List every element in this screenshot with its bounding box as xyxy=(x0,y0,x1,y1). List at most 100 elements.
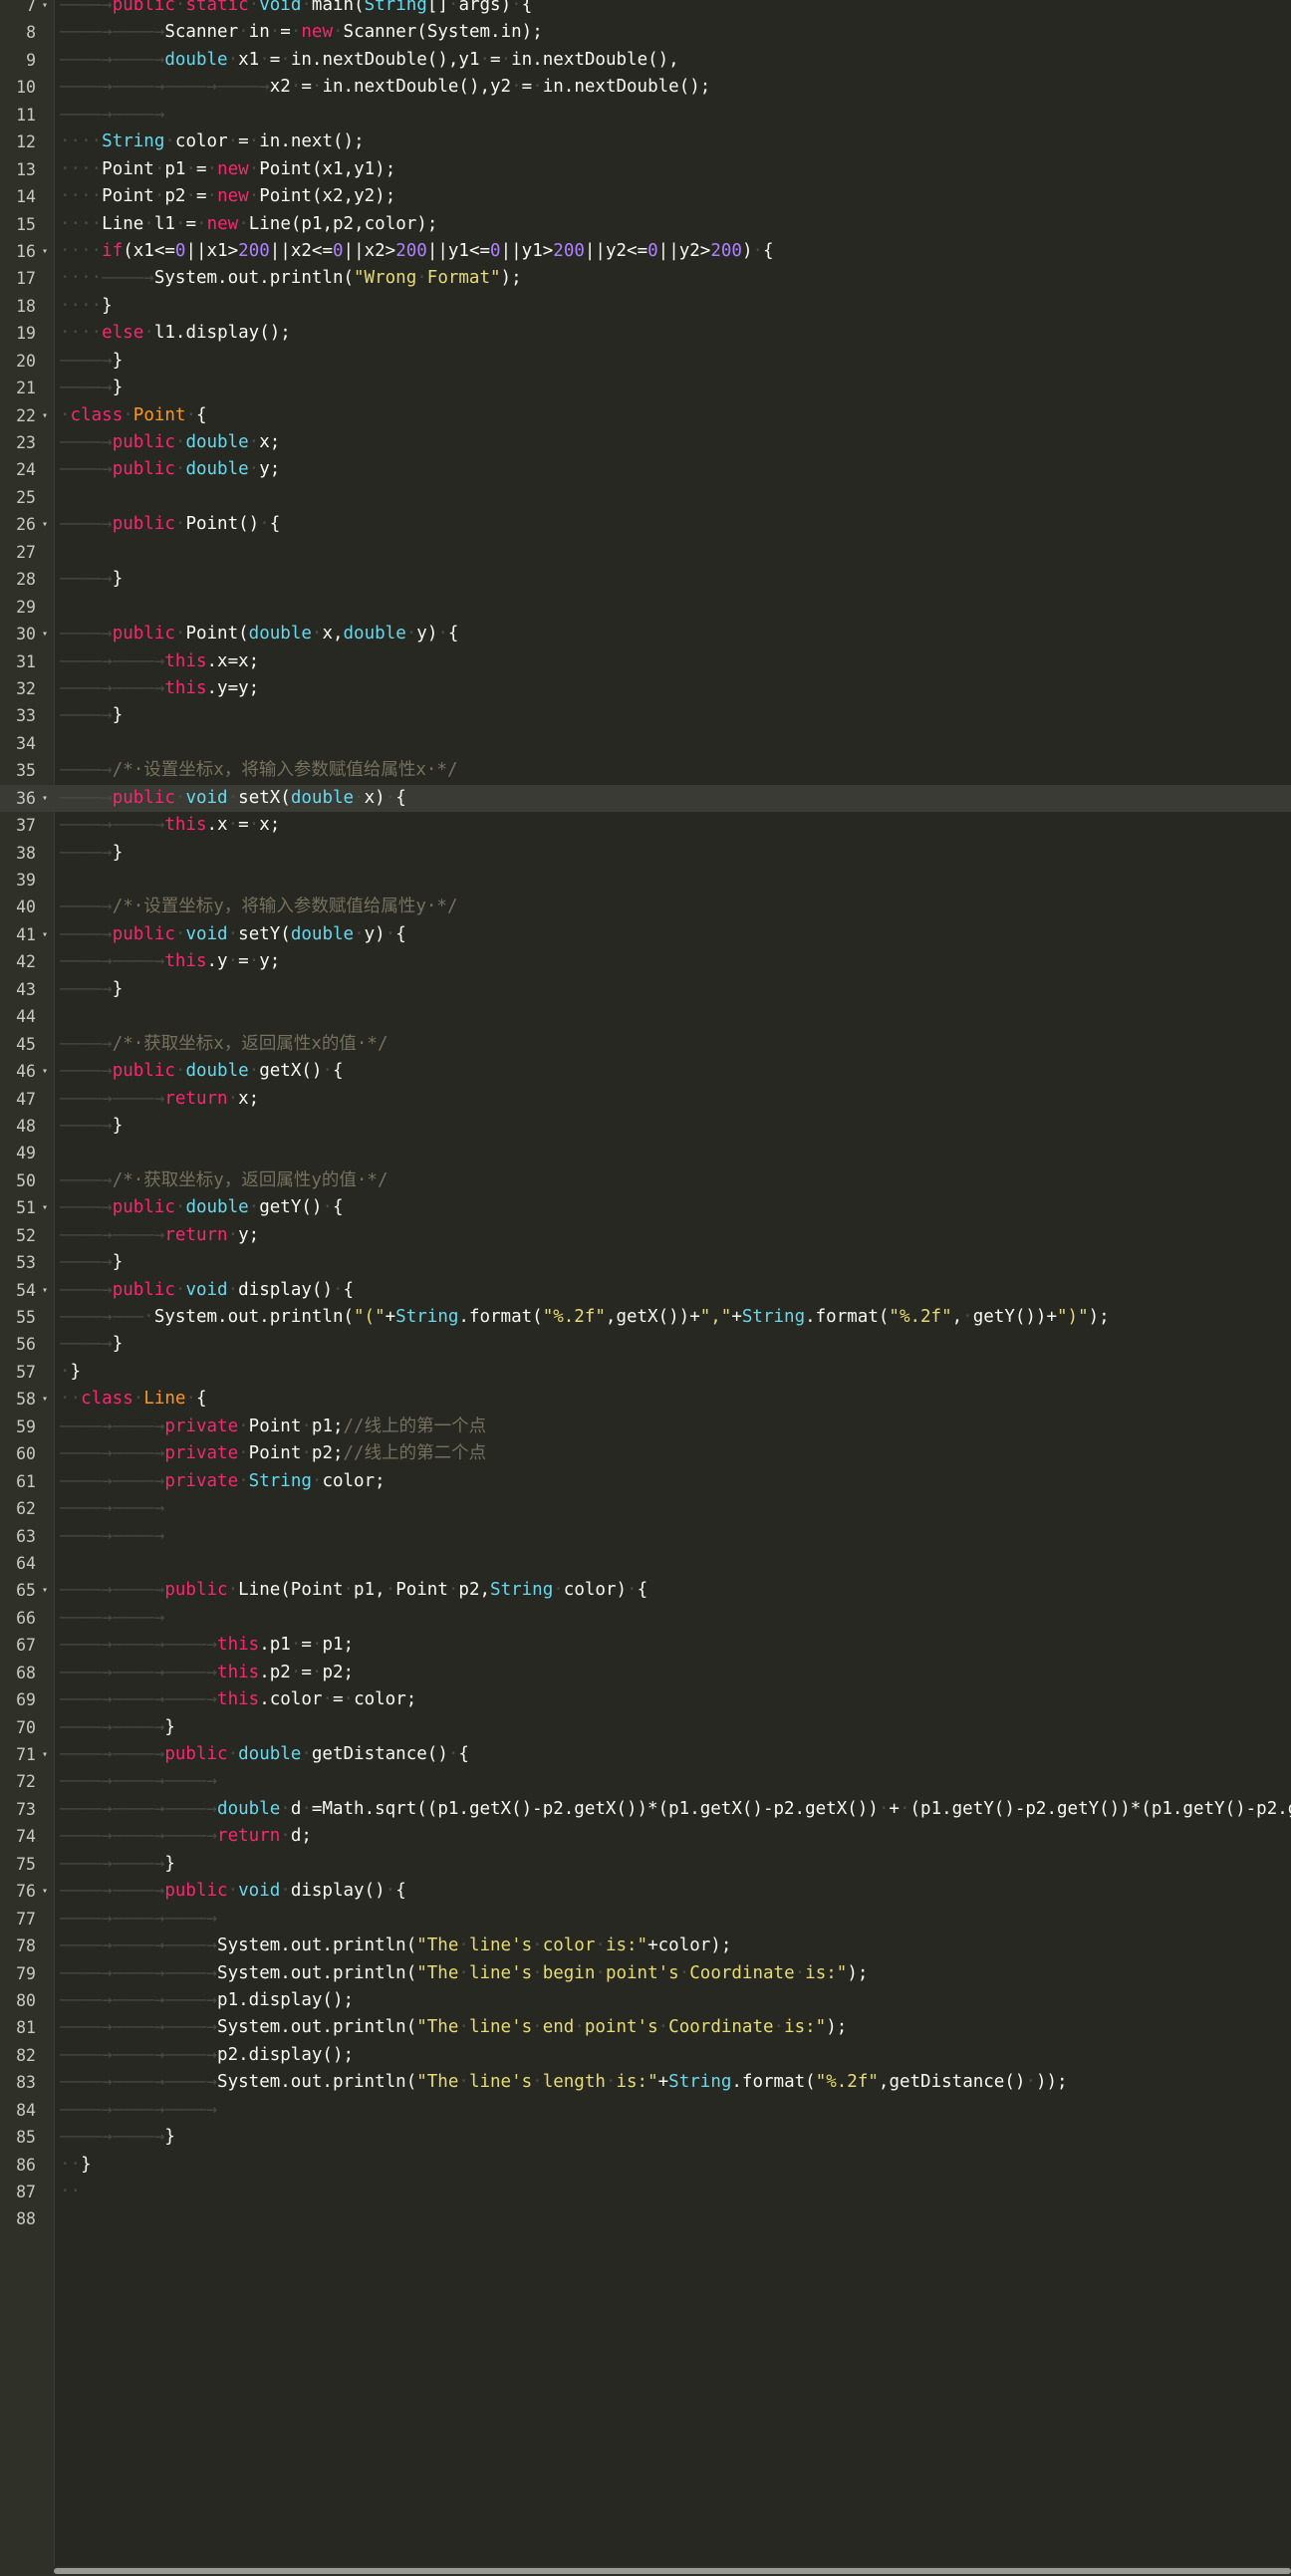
code-line[interactable]: 83 ————→————→————→System.out.println("The… xyxy=(0,2069,1291,2096)
code-line[interactable]: 85 ————→————→} xyxy=(0,2124,1291,2151)
code-line[interactable]: 61 ————→————→private·String·color; xyxy=(0,1468,1291,1495)
code-line[interactable]: 49 xyxy=(0,1140,1291,1166)
code-line[interactable]: 72 ————→————→————→ xyxy=(0,1768,1291,1795)
horizontal-scrollbar-thumb[interactable] xyxy=(54,2568,1291,2574)
code-line[interactable]: 32 ————→————→this.y=y; xyxy=(0,675,1291,702)
code-line[interactable]: 26 ▾ ————→public·Point()·{ xyxy=(0,511,1291,538)
fold-arrow-icon[interactable]: ▾ xyxy=(39,1577,51,1604)
code-line[interactable]: 75 ————→————→} xyxy=(0,1851,1291,1878)
fold-arrow-icon[interactable]: ▾ xyxy=(39,1741,51,1768)
code-line[interactable]: 63 ————→————→ xyxy=(0,1523,1291,1550)
fold-arrow-icon[interactable]: ▾ xyxy=(39,1058,51,1085)
code-line[interactable]: 84 ————→————→————→ xyxy=(0,2097,1291,2124)
code-area[interactable]: 7 ▾ ————→public·static·void·main(String[]·… xyxy=(0,0,1291,2233)
code-line[interactable]: 15 ····Line·l1·=·new·Line(p1,p2,color); xyxy=(0,211,1291,238)
code-line[interactable]: 22 ▾ ·class·Point·{ xyxy=(0,402,1291,429)
fold-arrow-icon[interactable]: ▾ xyxy=(39,1878,51,1905)
code-line[interactable]: 74 ————→————→————→return·d; xyxy=(0,1823,1291,1850)
code-line[interactable]: 36 ▾ ————→public·void·setX(double·x)·{ xyxy=(0,784,1291,813)
code-editor[interactable]: 7 ▾ ————→public·static·void·main(String[]·… xyxy=(0,0,1291,2576)
code-line[interactable]: 37 ————→————→this.x·=·x; xyxy=(0,812,1291,839)
code-line[interactable]: 38 ————→} xyxy=(0,840,1291,867)
code-line[interactable]: 13 ····Point·p1·=·new·Point(x1,y1); xyxy=(0,156,1291,183)
fold-arrow-icon[interactable]: ▾ xyxy=(39,511,51,538)
code-line[interactable]: 8 ————→————→Scanner·in·=·new·Scanner(Syst… xyxy=(0,19,1291,46)
code-line[interactable]: 7 ▾ ————→public·static·void·main(String[]·… xyxy=(0,0,1291,19)
horizontal-scrollbar[interactable] xyxy=(54,2566,1291,2576)
fold-arrow-icon[interactable]: ▾ xyxy=(39,1194,51,1221)
code-line[interactable]: 70 ————→————→} xyxy=(0,1714,1291,1741)
code-line[interactable]: 31 ————→————→this.x=x; xyxy=(0,648,1291,675)
code-line[interactable]: 14 ····Point·p2·=·new·Point(x2,y2); xyxy=(0,183,1291,210)
code-line[interactable]: 33 ————→} xyxy=(0,702,1291,729)
code-line[interactable]: 79 ————→————→————→System.out.println("The… xyxy=(0,1960,1291,1987)
code-line[interactable]: 65 ▾ ————→————→public·Line(Point·p1,·Point… xyxy=(0,1577,1291,1604)
code-line[interactable]: 17 ····————→System.out.println("Wrong·For… xyxy=(0,265,1291,292)
code-line[interactable]: 42 ————→————→this.y·=·y; xyxy=(0,948,1291,975)
code-line[interactable]: 44 xyxy=(0,1003,1291,1030)
fold-arrow-icon[interactable]: ▾ xyxy=(39,402,51,429)
code-line[interactable]: 88 xyxy=(0,2205,1291,2232)
code-line[interactable]: 80 ————→————→————→p1.display(); xyxy=(0,1987,1291,2014)
code-line[interactable]: 59 ————→————→private·Point·p1;//线上的第一个点 xyxy=(0,1414,1291,1440)
code-line[interactable]: 34 xyxy=(0,730,1291,757)
code-line[interactable]: 60 ————→————→private·Point·p2;//线上的第二个点 xyxy=(0,1440,1291,1467)
code-line[interactable]: 28 ————→} xyxy=(0,566,1291,593)
code-line[interactable]: 56 ————→} xyxy=(0,1331,1291,1358)
code-line[interactable]: 67 ————→————→————→this.p1·=·p1; xyxy=(0,1632,1291,1659)
code-line[interactable]: 62 ————→————→ xyxy=(0,1495,1291,1522)
fold-arrow-icon[interactable]: ▾ xyxy=(39,621,51,647)
code-line[interactable]: 77 ————→————→————→ xyxy=(0,1906,1291,1932)
code-line[interactable]: 29 xyxy=(0,594,1291,621)
code-line[interactable]: 58 ▾ ··class·Line·{ xyxy=(0,1386,1291,1413)
code-line[interactable]: 66 ————→————→ xyxy=(0,1605,1291,1632)
code-line[interactable]: 86 ··} xyxy=(0,2152,1291,2179)
code-line[interactable]: 20 ————→} xyxy=(0,348,1291,375)
code-line[interactable]: 57 ·} xyxy=(0,1359,1291,1386)
code-line[interactable]: 40 ————→/*·设置坐标y，将输入参数赋值给属性y·*/ xyxy=(0,894,1291,920)
fold-arrow-icon[interactable]: ▾ xyxy=(39,238,51,265)
code-line[interactable]: 46 ▾ ————→public·double·getX()·{ xyxy=(0,1058,1291,1085)
code-line[interactable]: 35 ————→/*·设置坐标x，将输入参数赋值给属性x·*/ xyxy=(0,757,1291,784)
code-line[interactable]: 73 ————→————→————→double·d·=Math.sqrt((p1… xyxy=(0,1796,1291,1823)
code-line[interactable]: 25 xyxy=(0,484,1291,511)
code-line[interactable]: 27 xyxy=(0,539,1291,566)
code-line[interactable]: 12 ····String·color·=·in.next(); xyxy=(0,129,1291,155)
code-line[interactable]: 69 ————→————→————→this.color·=·color; xyxy=(0,1686,1291,1713)
fold-arrow-icon[interactable]: ▾ xyxy=(39,921,51,948)
code-line[interactable]: 30 ▾ ————→public·Point(double·x,double·y)·… xyxy=(0,621,1291,647)
code-line[interactable]: 50 ————→/*·获取坐标y，返回属性y的值·*/ xyxy=(0,1167,1291,1194)
fold-arrow-icon[interactable]: ▾ xyxy=(39,785,51,812)
code-line[interactable]: 68 ————→————→————→this.p2·=·p2; xyxy=(0,1660,1291,1686)
fold-arrow-icon[interactable]: ▾ xyxy=(39,1277,51,1304)
code-line[interactable]: 52 ————→————→return·y; xyxy=(0,1222,1291,1249)
fold-arrow-icon[interactable]: ▾ xyxy=(39,1386,51,1413)
code-line[interactable]: 23 ————→public·double·x; xyxy=(0,429,1291,456)
code-line[interactable]: 53 ————→} xyxy=(0,1249,1291,1276)
fold-arrow-icon[interactable]: ▾ xyxy=(39,0,51,19)
code-line[interactable]: 11 ————→————→ xyxy=(0,102,1291,129)
code-line[interactable]: 64 xyxy=(0,1550,1291,1577)
code-line[interactable]: 76 ▾ ————→————→public·void·display()·{ xyxy=(0,1878,1291,1905)
code-line[interactable]: 78 ————→————→————→System.out.println("The… xyxy=(0,1932,1291,1959)
code-line[interactable]: 19 ····else·l1.display(); xyxy=(0,320,1291,347)
code-line[interactable]: 24 ————→public·double·y; xyxy=(0,456,1291,483)
code-line[interactable]: 21 ————→} xyxy=(0,375,1291,401)
code-line[interactable]: 16 ▾ ····if(x1<=0||x1>200||x2<=0||x2>200||… xyxy=(0,238,1291,265)
code-line[interactable]: 41 ▾ ————→public·void·setY(double·y)·{ xyxy=(0,921,1291,948)
code-line[interactable]: 47 ————→————→return·x; xyxy=(0,1086,1291,1113)
code-line[interactable]: 81 ————→————→————→System.out.println("The… xyxy=(0,2014,1291,2041)
code-line[interactable]: 9 ————→————→double·x1·=·in.nextDouble(),y… xyxy=(0,47,1291,74)
code-line[interactable]: 18 ····} xyxy=(0,293,1291,320)
code-line[interactable]: 71 ▾ ————→————→public·double·getDistance()… xyxy=(0,1741,1291,1768)
code-line[interactable]: 48 ————→} xyxy=(0,1113,1291,1140)
code-line[interactable]: 82 ————→————→————→p2.display(); xyxy=(0,2042,1291,2069)
code-line[interactable]: 87 ·· xyxy=(0,2179,1291,2205)
code-line[interactable]: 55 ————→———·System.out.println("("+String… xyxy=(0,1304,1291,1331)
code-line[interactable]: 54 ▾ ————→public·void·display()·{ xyxy=(0,1277,1291,1304)
code-line[interactable]: 43 ————→} xyxy=(0,976,1291,1003)
code-line[interactable]: 10 ————→————→————→————→x2·=·in.nextDouble… xyxy=(0,74,1291,101)
code-line[interactable]: 51 ▾ ————→public·double·getY()·{ xyxy=(0,1194,1291,1221)
code-line[interactable]: 39 xyxy=(0,867,1291,894)
code-line[interactable]: 45 ————→/*·获取坐标x，返回属性x的值·*/ xyxy=(0,1031,1291,1058)
